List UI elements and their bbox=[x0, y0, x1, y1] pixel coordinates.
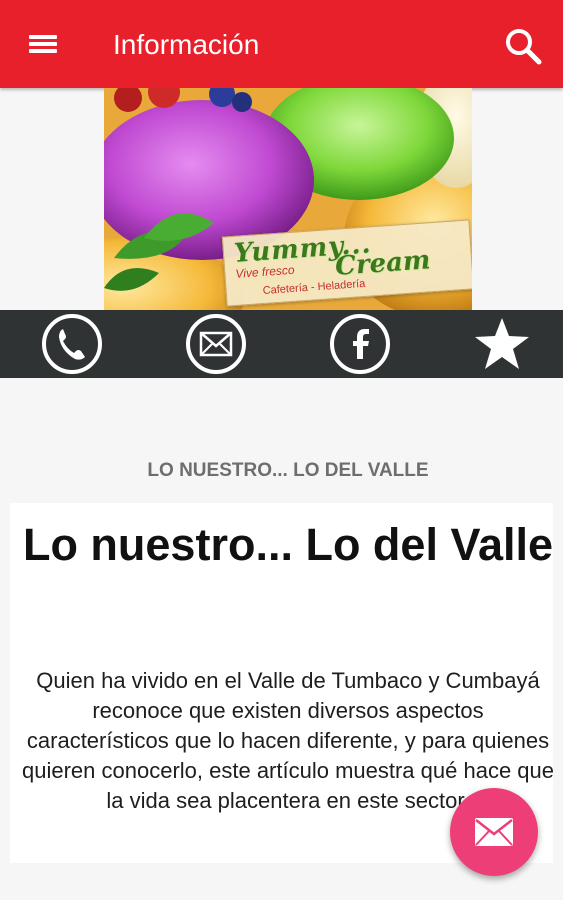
banner-image: Yummy... Vive fresco Cream Cafetería - H… bbox=[104, 88, 472, 310]
logo-subtitle: Cafetería - Heladería bbox=[262, 277, 366, 298]
search-icon[interactable] bbox=[501, 24, 545, 68]
hamburger-menu-icon[interactable] bbox=[26, 28, 60, 60]
mail-icon bbox=[475, 818, 513, 846]
star-icon[interactable] bbox=[471, 313, 533, 375]
section-label: LO NUESTRO... LO DEL VALLE bbox=[147, 460, 429, 481]
facebook-icon[interactable] bbox=[329, 313, 391, 375]
contact-action-bar bbox=[0, 310, 563, 378]
compose-mail-fab[interactable] bbox=[450, 788, 538, 876]
logo-tagline: Vive fresco bbox=[234, 262, 295, 281]
logo-name-2: Cream bbox=[334, 245, 432, 282]
app-screen: Información Yummy... Vive fresco Cream C… bbox=[0, 0, 563, 900]
app-bar: Información bbox=[0, 0, 563, 88]
phone-icon[interactable] bbox=[41, 313, 103, 375]
mail-icon[interactable] bbox=[185, 313, 247, 375]
article-title: Lo nuestro... Lo del Valle bbox=[22, 519, 554, 570]
page-title: Información bbox=[113, 29, 260, 60]
